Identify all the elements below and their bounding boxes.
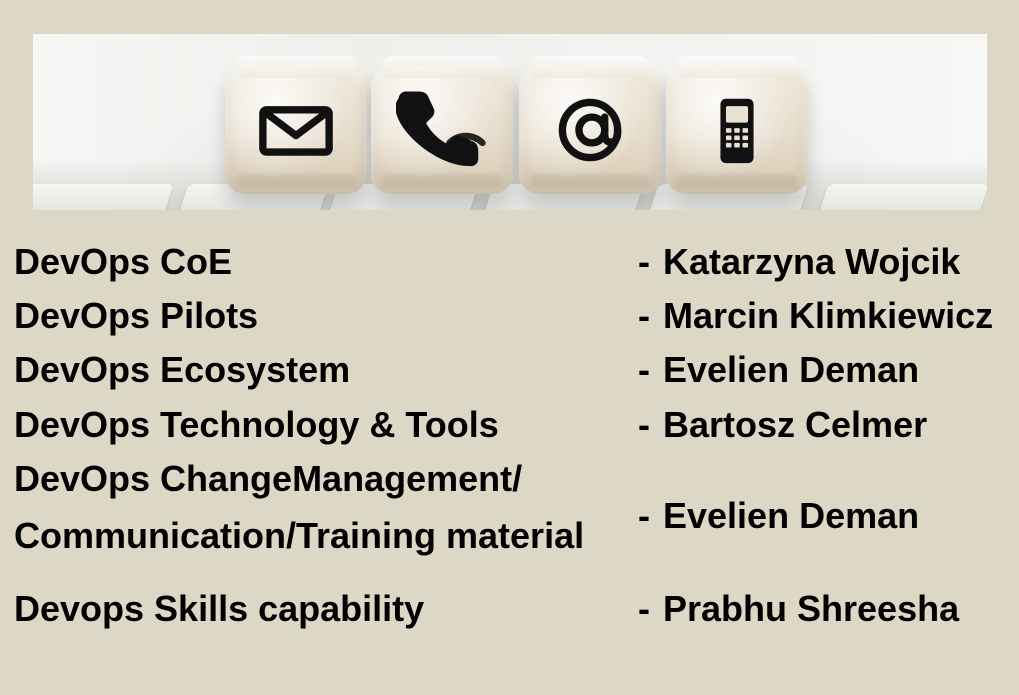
topic-label-line-1: DevOps ChangeManagement/ <box>14 458 523 499</box>
mobile-phone-icon <box>666 66 808 194</box>
dash-separator: - <box>638 495 650 536</box>
owner-name: Bartosz Celmer <box>663 404 928 445</box>
topic-label-line-2: Communication/Training material <box>14 515 585 556</box>
list-item: DevOps Technology & Tools - Bartosz Celm… <box>14 407 1004 461</box>
topic-label: DevOps CoE <box>14 241 233 282</box>
dash-separator: - <box>638 295 650 336</box>
owner-name: Evelien Deman <box>663 495 920 536</box>
list-item: DevOps Pilots - Marcin Klimkiewicz <box>14 298 1004 352</box>
dash-separator: - <box>638 404 650 445</box>
mobile-cube <box>666 66 808 194</box>
owner-name: Evelien Deman <box>663 349 920 390</box>
topic-label: DevOps Technology & Tools <box>14 404 499 445</box>
list-item: DevOps CoE - Katarzyna Wojcik <box>14 244 1004 298</box>
envelope-icon <box>225 66 367 194</box>
topic-label: Devops Skills capability <box>14 588 425 629</box>
at-cube <box>519 66 661 194</box>
dash-separator: - <box>638 241 650 282</box>
mail-cube <box>225 66 367 194</box>
phone-icon <box>371 66 513 194</box>
owner-name: Katarzyna Wojcik <box>663 241 961 282</box>
dash-separator: - <box>638 349 650 390</box>
list-item: DevOps Ecosystem - Evelien Deman <box>14 352 1004 406</box>
at-sign-icon <box>519 66 661 194</box>
owner-name: Prabhu Shreesha <box>663 588 960 629</box>
owner-name: Marcin Klimkiewicz <box>663 295 994 336</box>
dash-separator: - <box>638 588 650 629</box>
topic-label: DevOps Ecosystem <box>14 349 351 390</box>
keyboard-key <box>33 184 174 210</box>
list-item: DevOps ChangeManagement/ Communication/T… <box>14 461 1004 573</box>
topic-label: DevOps Pilots <box>14 295 259 336</box>
phone-cube <box>371 66 513 194</box>
contact-banner <box>33 34 987 210</box>
list-item: Devops Skills capability - Prabhu Shrees… <box>14 591 1004 645</box>
keyboard-key <box>817 184 987 210</box>
